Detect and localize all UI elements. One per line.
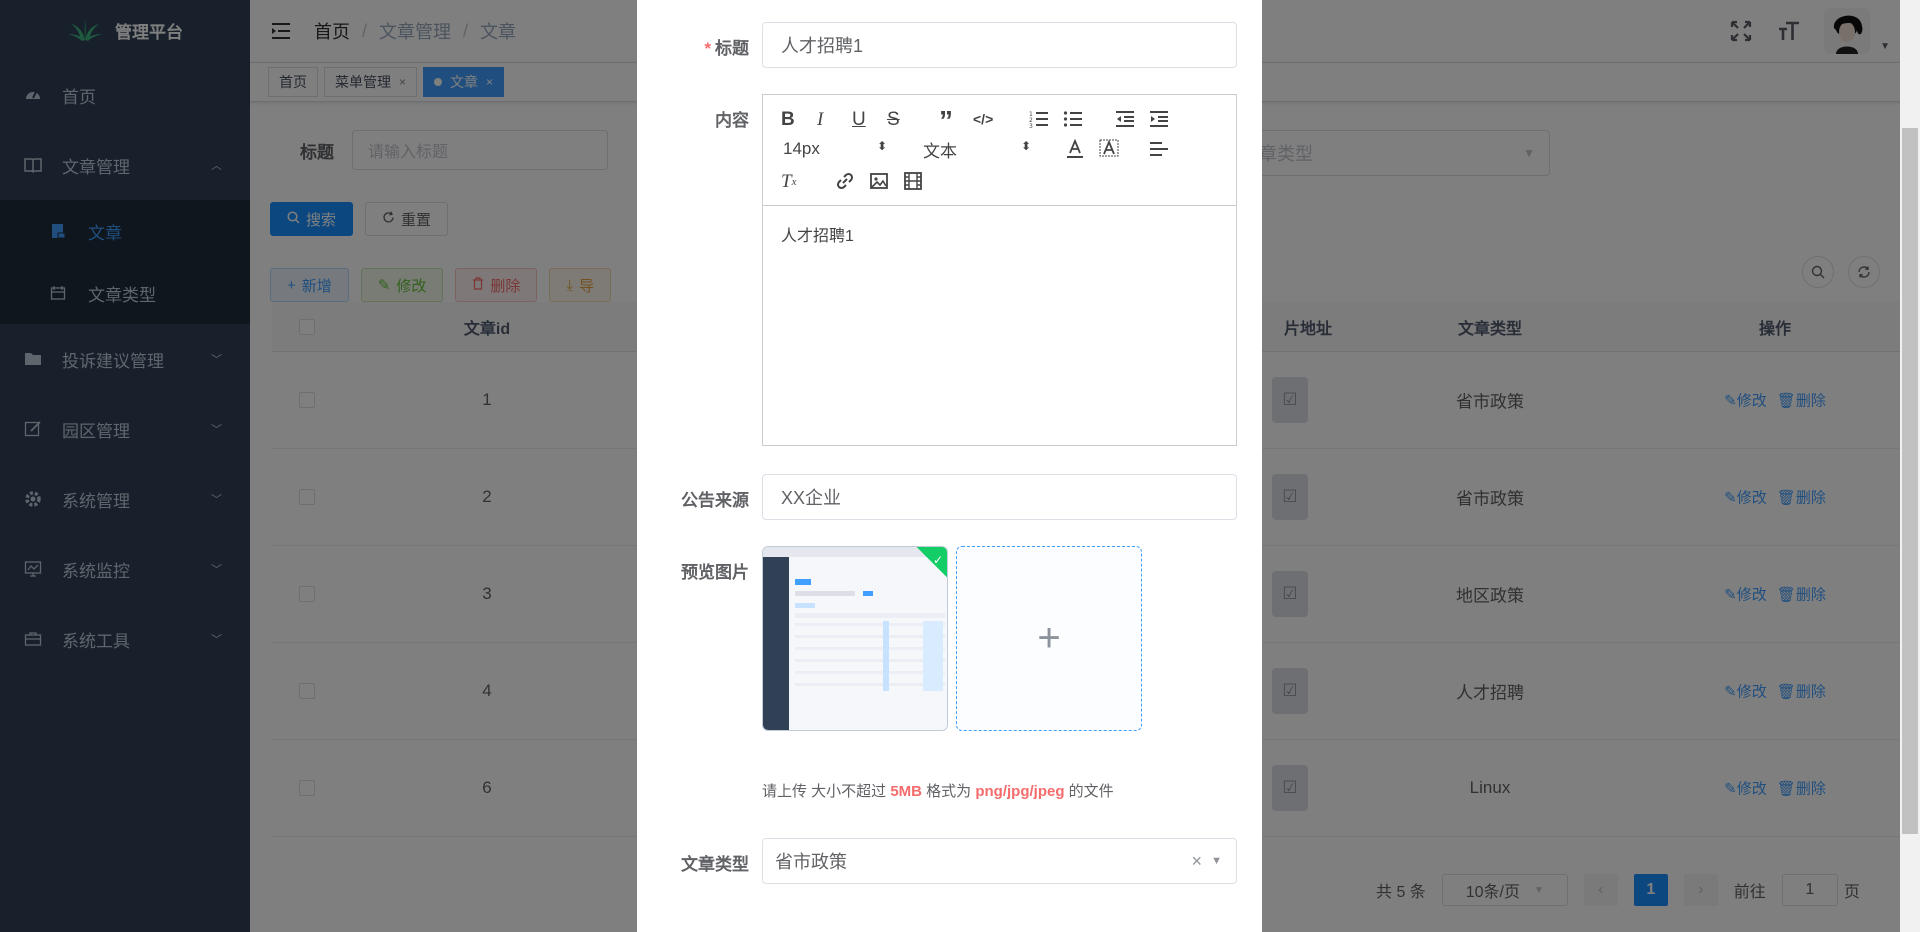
upload-tip-suffix: 的文件 xyxy=(1064,783,1114,800)
type-label: 文章类型 xyxy=(681,855,749,874)
upload-tip: 请上传 大小不超过 5MB 格式为 png/jpg/jpeg 的文件 xyxy=(762,780,1114,801)
clear-format-icon[interactable]: Tx xyxy=(781,171,796,193)
block-type-value: 文本 xyxy=(923,142,957,161)
italic-icon[interactable]: I xyxy=(817,109,823,131)
article-edit-dialog: * 标题 人才招聘1 内容 B I U S ” </> 123 14px ⬍ 文… xyxy=(637,0,1262,932)
upload-tip-prefix: 请上传 大小不超过 xyxy=(762,783,891,800)
article-type-value: 省市政策 xyxy=(775,852,847,872)
code-icon[interactable]: </> xyxy=(973,111,993,127)
image-icon[interactable] xyxy=(869,171,889,191)
upload-tip-mid: 格式为 xyxy=(922,783,976,800)
outdent-icon[interactable] xyxy=(1115,109,1135,129)
editor-toolbar: B I U S ” </> 123 14px ⬍ 文本 ⬍ T x xyxy=(763,95,1236,206)
check-icon: ✓ xyxy=(932,553,943,567)
required-marker: * xyxy=(704,39,711,58)
block-type-select[interactable]: 文本 xyxy=(923,137,957,162)
title-label: * 标题 xyxy=(704,34,749,59)
font-size-value: 14px xyxy=(783,139,820,158)
underline-icon[interactable]: U xyxy=(852,109,866,131)
background-color-icon[interactable] xyxy=(1099,139,1119,159)
rich-text-editor: B I U S ” </> 123 14px ⬍ 文本 ⬍ T x 人才招聘1 xyxy=(762,94,1237,446)
font-color-icon[interactable] xyxy=(1065,139,1085,159)
plus-icon: + xyxy=(1037,616,1061,660)
page-scrollbar[interactable] xyxy=(1900,0,1920,932)
upload-tip-formats: png/jpg/jpeg xyxy=(975,783,1065,800)
editor-content-area[interactable]: 人才招聘1 xyxy=(763,206,1236,262)
upload-add-button[interactable]: + xyxy=(956,546,1142,731)
font-size-select[interactable]: 14px xyxy=(783,139,820,159)
content-label: 内容 xyxy=(715,111,749,130)
clear-icon[interactable]: × xyxy=(1191,851,1202,872)
indent-icon[interactable] xyxy=(1149,109,1169,129)
scrollbar-thumb[interactable] xyxy=(1902,128,1918,834)
editor-text: 人才招聘1 xyxy=(781,228,854,245)
uploaded-image xyxy=(763,547,947,730)
title-input-value: 人才招聘1 xyxy=(781,36,864,56)
title-label-text: 标题 xyxy=(715,39,749,58)
source-input[interactable]: XX企业 xyxy=(762,474,1237,520)
ordered-list-icon[interactable]: 123 xyxy=(1029,109,1049,129)
link-icon[interactable] xyxy=(835,171,855,191)
uploaded-image-preview[interactable]: ✓ xyxy=(762,546,948,731)
video-icon[interactable] xyxy=(903,171,923,191)
sort-arrows-icon: ⬍ xyxy=(877,139,888,153)
bold-icon[interactable]: B xyxy=(781,109,795,131)
source-input-value: XX企业 xyxy=(781,488,842,508)
svg-text:3: 3 xyxy=(1029,123,1033,129)
source-label: 公告来源 xyxy=(681,491,749,510)
align-left-icon[interactable] xyxy=(1149,139,1169,159)
title-input[interactable]: 人才招聘1 xyxy=(762,22,1237,68)
article-type-select[interactable]: 省市政策 × ▼ xyxy=(762,838,1237,884)
sort-arrows-icon: ⬍ xyxy=(1021,139,1032,153)
upload-tip-size: 5MB xyxy=(890,783,923,800)
chevron-down-icon: ▼ xyxy=(1211,855,1222,867)
image-label: 预览图片 xyxy=(681,563,749,582)
bullet-list-icon[interactable] xyxy=(1063,109,1083,129)
strikethrough-icon[interactable]: S xyxy=(887,109,900,131)
blockquote-icon[interactable]: ” xyxy=(939,105,953,137)
